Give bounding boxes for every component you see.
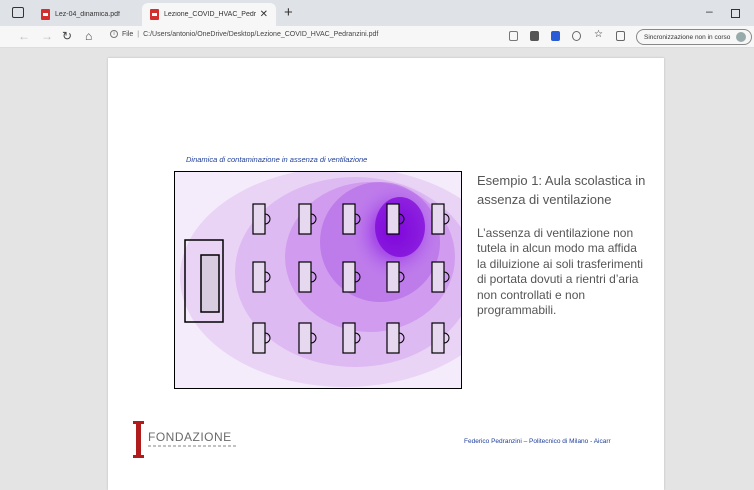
pdf-icon bbox=[41, 9, 50, 20]
desk bbox=[252, 203, 266, 235]
slide-title: Esempio 1: Aula scolastica in assenza di… bbox=[477, 173, 646, 207]
tab-label: Lezione_COVID_HVAC_Pedranzi bbox=[164, 11, 256, 18]
forward-arrow-icon[interactable]: → bbox=[41, 29, 53, 43]
avatar bbox=[736, 32, 747, 42]
pdf-icon bbox=[150, 9, 159, 20]
desk bbox=[386, 203, 400, 235]
slide-credit: Federico Pedranzini – Politecnico di Mil… bbox=[464, 438, 611, 445]
tab-lezione-covid[interactable]: Lezione_COVID_HVAC_Pedranzi ✕ bbox=[142, 3, 276, 26]
home-icon[interactable]: ⌂ bbox=[85, 29, 92, 43]
favorites-icon[interactable]: ☆ bbox=[594, 29, 603, 40]
sync-button[interactable]: Sincronizzazione non in corso bbox=[636, 29, 752, 45]
desk bbox=[252, 261, 266, 293]
maximize-icon[interactable] bbox=[731, 9, 740, 18]
desk bbox=[298, 322, 312, 354]
browser-toolbar: ← → ↻ ⌂ i File | C:/Users/antonio/OneDri… bbox=[0, 26, 754, 48]
desk bbox=[431, 261, 445, 293]
read-aloud-icon[interactable] bbox=[509, 31, 518, 41]
close-icon[interactable]: ✕ bbox=[260, 9, 268, 20]
desk bbox=[386, 261, 400, 293]
teacher-chair bbox=[200, 254, 220, 313]
address-separator: | bbox=[137, 30, 140, 38]
desk bbox=[431, 203, 445, 235]
scheme-label: File bbox=[122, 30, 134, 38]
pdf-page: Dinamica di contaminazione in assenza di… bbox=[108, 58, 664, 490]
classroom-contamination-diagram bbox=[174, 171, 462, 389]
slide-body-text: L’assenza di ventilazione non tutela in … bbox=[477, 226, 644, 318]
desk bbox=[342, 322, 356, 354]
address-path: C:/Users/antonio/OneDrive/Desktop/Lezion… bbox=[143, 30, 379, 38]
logo-subtitle-mark bbox=[148, 445, 238, 447]
collections-icon[interactable] bbox=[551, 31, 560, 41]
refresh-extension-icon[interactable] bbox=[572, 31, 581, 41]
logo-name: FONDAZIONE bbox=[148, 430, 232, 444]
desk bbox=[298, 261, 312, 293]
minimize-icon[interactable]: – bbox=[706, 4, 713, 18]
back-arrow-icon[interactable]: ← bbox=[18, 29, 30, 43]
slide-caption: Dinamica di contaminazione in assenza di… bbox=[186, 155, 368, 164]
desk bbox=[342, 261, 356, 293]
pdf-viewer[interactable]: Dinamica di contaminazione in assenza di… bbox=[0, 48, 754, 490]
fondazione-logo: FONDAZIONE bbox=[133, 421, 256, 459]
sync-label: Sincronizzazione non in corso bbox=[644, 33, 731, 41]
desk bbox=[342, 203, 356, 235]
browser-tabs-icon[interactable] bbox=[616, 31, 625, 41]
desk bbox=[386, 322, 400, 354]
reload-icon[interactable]: ↻ bbox=[62, 29, 72, 43]
desk bbox=[298, 203, 312, 235]
extension-icon[interactable] bbox=[530, 31, 539, 41]
contamination-plume bbox=[180, 172, 461, 387]
new-tab-button[interactable]: + bbox=[284, 4, 293, 21]
tab-actions-icon[interactable] bbox=[12, 7, 24, 18]
logo-mark bbox=[133, 421, 144, 458]
desk bbox=[431, 322, 445, 354]
tab-label: Lez-04_dinamica.pdf bbox=[55, 11, 120, 18]
address-bar[interactable]: i File | C:/Users/antonio/OneDrive/Deskt… bbox=[110, 30, 378, 38]
desk bbox=[252, 322, 266, 354]
info-icon: i bbox=[110, 30, 118, 38]
tab-strip: Lez-04_dinamica.pdf ✕ Lezione_COVID_HVAC… bbox=[0, 0, 754, 26]
